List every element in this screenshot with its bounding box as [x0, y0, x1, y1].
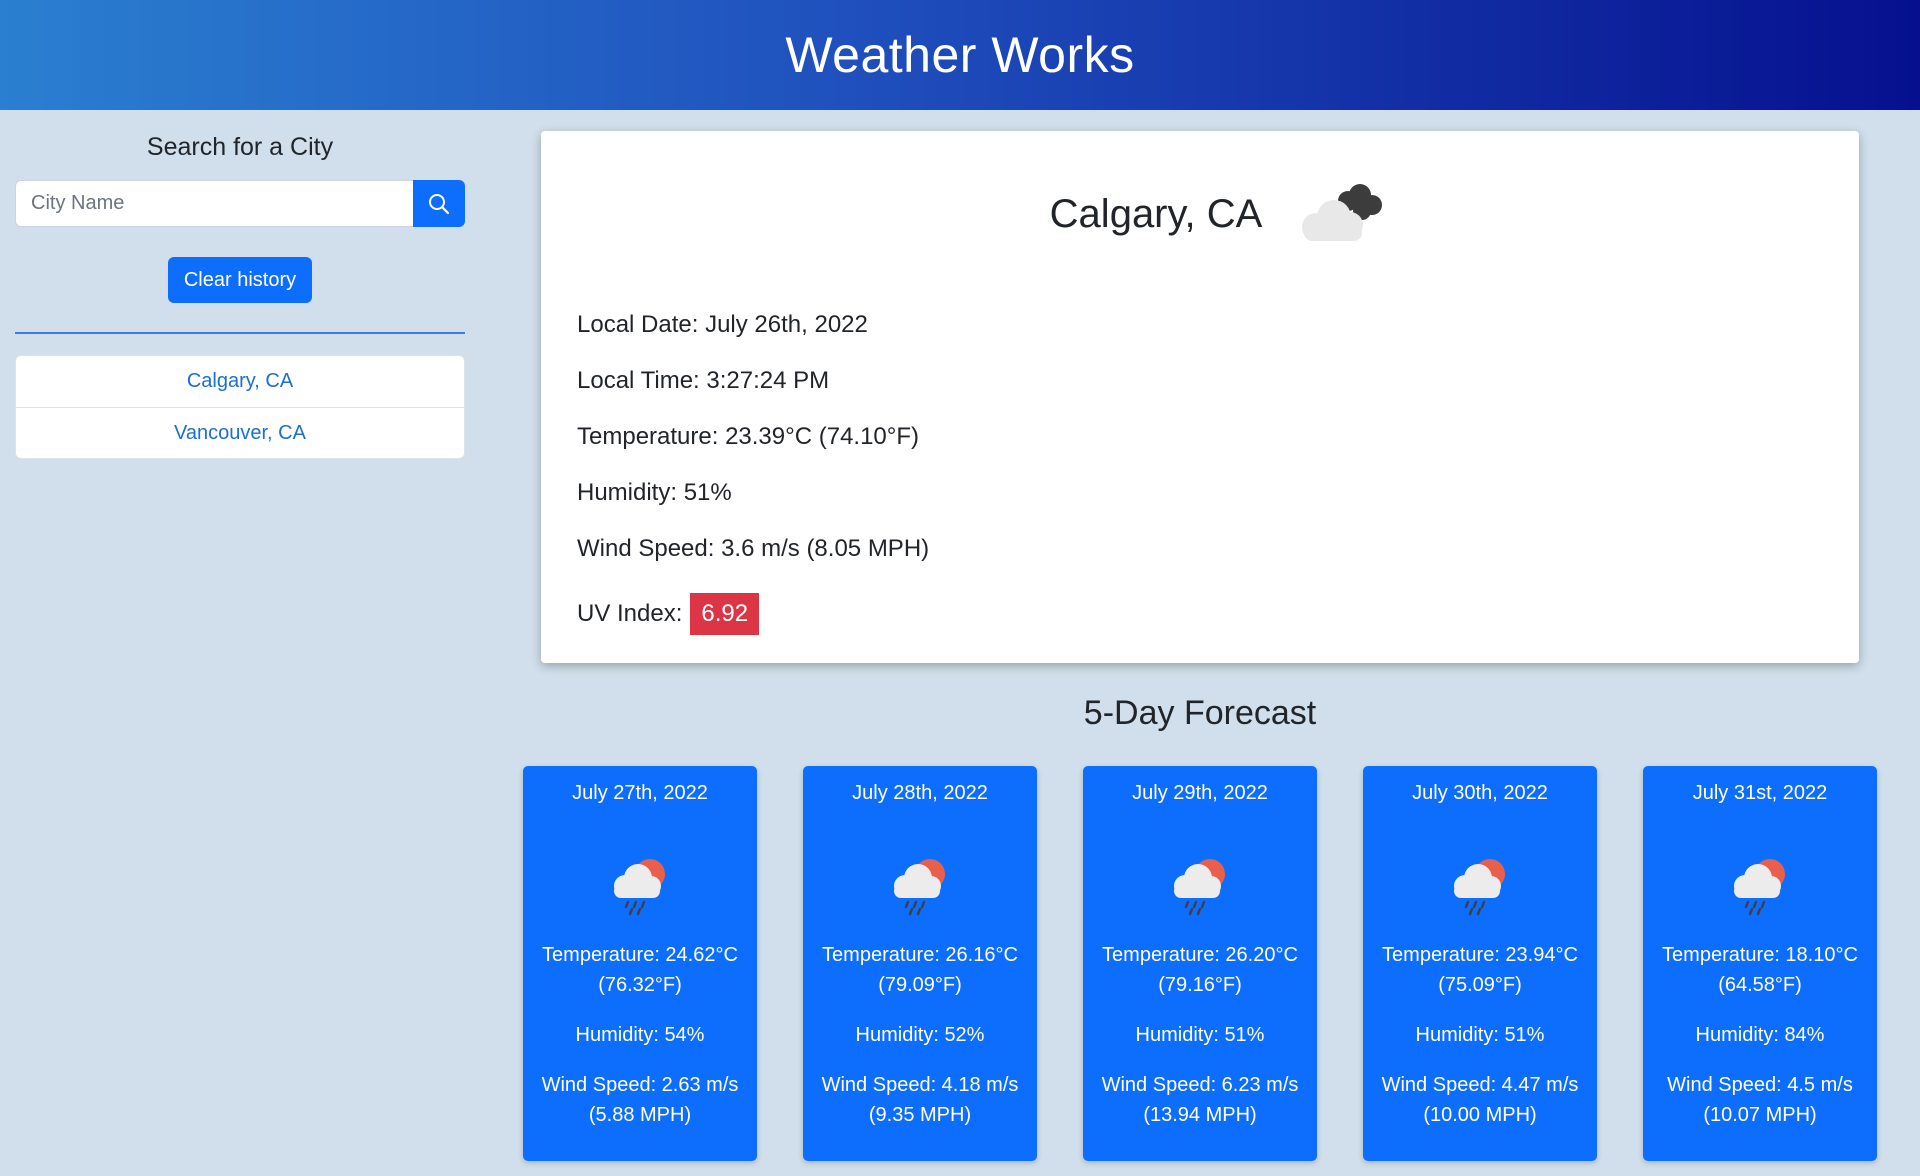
city-search-input[interactable] [15, 180, 413, 227]
forecast-temperature: Temperature: 18.10°C (64.58°F) [1662, 944, 1858, 996]
history-item-vancouver[interactable]: Vancouver, CA [16, 407, 464, 458]
forecast-wind-speed: Wind Speed: 6.23 m/s (13.94 MPH) [1101, 1074, 1299, 1126]
forecast-humidity: Humidity: 52% [855, 1024, 985, 1046]
forecast-humidity: Humidity: 51% [1415, 1024, 1545, 1046]
forecast-wind-speed: Wind Speed: 2.63 m/s (5.88 MPH) [541, 1074, 739, 1126]
app-header: Weather Works [0, 0, 1920, 110]
current-details: Local Date: July 26th, 2022 Local Time: … [577, 306, 929, 642]
local-date: Local Date: July 26th, 2022 [577, 311, 868, 338]
rain-sun-icon [1643, 850, 1877, 920]
forecast-card: July 31st, 2022 Temperature: 18.10°C (64.… [1643, 766, 1877, 1161]
forecast-card: July 30th, 2022 Temperature: 23.94°C (75.… [1363, 766, 1597, 1161]
current-wind-speed: Wind Speed: 3.6 m/s (8.05 MPH) [577, 535, 930, 562]
uv-index-row: UV Index: 6.92 [577, 586, 929, 642]
clear-history-button[interactable]: Clear history [167, 257, 313, 303]
forecast-wind-speed: Wind Speed: 4.47 m/s (10.00 MPH) [1381, 1074, 1579, 1126]
current-weather-card: Calgary, CA Local Date: July 26th, 2022 [541, 131, 1859, 663]
current-humidity: Humidity: 51% [577, 479, 732, 506]
forecast-date: July 28th, 2022 [852, 782, 988, 804]
forecast-humidity: Humidity: 51% [1135, 1024, 1265, 1046]
search-icon [429, 193, 450, 214]
forecast-wind-speed: Wind Speed: 4.18 m/s (9.35 MPH) [821, 1074, 1019, 1126]
forecast-card: July 29th, 2022 Temperature: 26.20°C (79.… [1083, 766, 1317, 1161]
forecast-card: July 28th, 2022 Temperature: 26.16°C (79.… [803, 766, 1037, 1161]
local-time: Local Time: 3:27:24 PM [577, 367, 830, 394]
rain-sun-icon [1083, 850, 1317, 920]
rain-sun-icon [523, 850, 757, 920]
history-item-calgary[interactable]: Calgary, CA [16, 356, 464, 407]
forecast-date: July 30th, 2022 [1412, 782, 1548, 804]
cloudy-icon [1302, 184, 1383, 241]
forecast-humidity: Humidity: 84% [1695, 1024, 1825, 1046]
forecast-wind-speed: Wind Speed: 4.5 m/s (10.07 MPH) [1667, 1074, 1853, 1126]
rain-sun-icon [1363, 850, 1597, 920]
search-title: Search for a City [146, 133, 334, 161]
forecast-row: July 27th, 2022 Temperature: 24.62°C (76.… [523, 766, 1877, 1161]
current-city-name: Calgary, CA [1049, 191, 1263, 236]
forecast-temperature: Temperature: 26.20°C (79.16°F) [1102, 944, 1298, 996]
forecast-date: July 27th, 2022 [572, 782, 708, 804]
current-temperature: Temperature: 23.39°C (74.10°F) [577, 423, 920, 450]
forecast-humidity: Humidity: 54% [575, 1024, 705, 1046]
sidebar: Search for a City Clear history Calgary,… [15, 110, 465, 459]
uv-index-badge: 6.92 [690, 593, 760, 635]
clear-wrap: Clear history [15, 257, 465, 303]
sidebar-divider [15, 332, 465, 334]
uv-index-label: UV Index: [577, 600, 683, 627]
search-button[interactable] [413, 180, 465, 227]
forecast-temperature: Temperature: 23.94°C (75.09°F) [1382, 944, 1578, 996]
forecast-card: July 27th, 2022 Temperature: 24.62°C (76.… [523, 766, 757, 1161]
city-heading: Calgary, CA [541, 179, 1859, 249]
forecast-date: July 29th, 2022 [1132, 782, 1268, 804]
forecast-title: 5-Day Forecast [1083, 694, 1317, 732]
app-title: Weather Works [785, 27, 1135, 83]
main-layout: Search for a City Clear history Calgary,… [0, 110, 1920, 1176]
forecast-temperature: Temperature: 24.62°C (76.32°F) [542, 944, 738, 996]
forecast-date: July 31st, 2022 [1692, 782, 1828, 804]
search-history-list: Calgary, CA Vancouver, CA [15, 355, 465, 459]
search-row [15, 180, 465, 227]
rain-sun-icon [803, 850, 1037, 920]
forecast-temperature: Temperature: 26.16°C (79.09°F) [822, 944, 1018, 996]
